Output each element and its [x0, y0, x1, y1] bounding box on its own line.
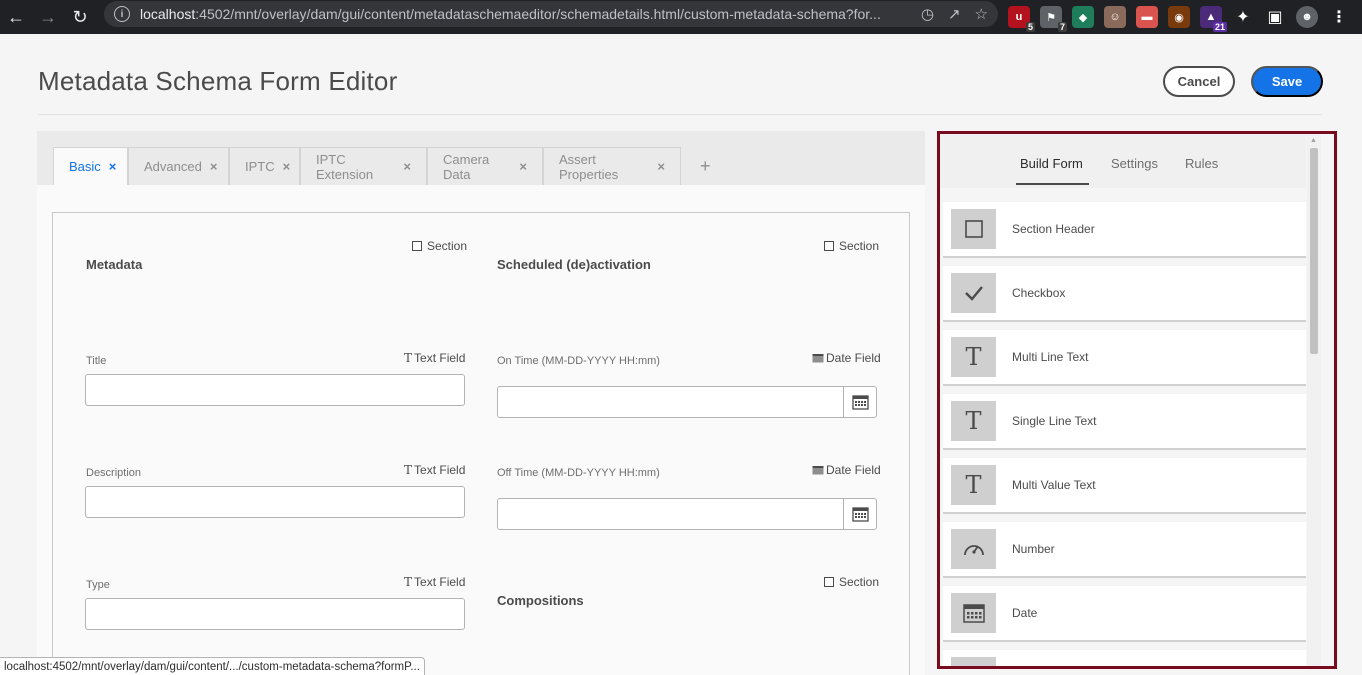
field-type-text: T Text Field: [404, 575, 466, 589]
status-url-bubble: localhost:4502/mnt/overlay/dam/gui/conte…: [0, 657, 425, 675]
more-menu-icon[interactable]: ⋮: [1328, 6, 1350, 28]
reload-icon[interactable]: ↻: [64, 0, 96, 34]
save-button[interactable]: Save: [1251, 66, 1323, 97]
text-field-icon: T: [404, 351, 413, 365]
tab-iptc-extension[interactable]: IPTC Extension ×: [300, 147, 427, 185]
component-date[interactable]: Date: [943, 586, 1306, 642]
build-form-panel: Build Form Settings Rules Section Header…: [937, 131, 1337, 669]
field-type-date: Date Field: [812, 351, 881, 365]
field-type-text: T Text Field: [404, 463, 466, 477]
extension-hat-icon[interactable]: ▲ 21: [1200, 6, 1227, 32]
tab-iptc[interactable]: IPTC ×: [229, 147, 300, 185]
active-tab-indicator: [1016, 183, 1089, 185]
gauge-icon: [951, 529, 996, 569]
close-tab-icon[interactable]: ×: [519, 159, 527, 174]
component-section-header[interactable]: Section Header: [943, 202, 1306, 258]
url-path: :4502/mnt/overlay/dam/gui/content/metada…: [195, 6, 881, 22]
text-icon: T: [951, 337, 996, 377]
header-divider: [38, 114, 1322, 115]
date-field-icon: [812, 466, 824, 475]
extensions-puzzle-icon[interactable]: ✦: [1232, 6, 1254, 28]
close-tab-icon[interactable]: ×: [657, 159, 665, 174]
profile-avatar[interactable]: ☻: [1296, 6, 1318, 28]
close-tab-icon[interactable]: ×: [210, 159, 218, 174]
component-icon: [951, 657, 996, 666]
date-field-icon: [812, 354, 824, 363]
tab-advanced[interactable]: Advanced ×: [128, 147, 229, 185]
tab-rules[interactable]: Rules: [1185, 156, 1218, 171]
extension-eraser-icon[interactable]: ▬: [1136, 6, 1158, 28]
field-label-type: Type: [86, 579, 110, 591]
tab-settings[interactable]: Settings: [1111, 156, 1158, 171]
tab-basic[interactable]: Basic ×: [53, 147, 128, 185]
text-icon: T: [951, 465, 996, 505]
back-icon[interactable]: ←: [0, 0, 32, 34]
component-multi-line-text[interactable]: T Multi Line Text: [943, 330, 1306, 386]
forward-icon[interactable]: →: [32, 0, 64, 34]
off-time-input[interactable]: [497, 498, 877, 530]
field-label-on-time: On Time (MM-DD-YYYY HH:mm): [497, 355, 660, 367]
type-input[interactable]: [85, 598, 465, 630]
component-number[interactable]: Number: [943, 522, 1306, 578]
section-tag[interactable]: Section: [824, 239, 879, 253]
extension-owl-icon[interactable]: ◉: [1168, 6, 1190, 28]
component-checkbox[interactable]: Checkbox: [943, 266, 1306, 322]
bookmark-star-icon[interactable]: ☆: [975, 5, 988, 23]
section-checkbox-icon: [824, 241, 834, 251]
scroll-up-icon[interactable]: ▲: [1310, 137, 1317, 144]
close-tab-icon[interactable]: ×: [109, 159, 117, 174]
checkmark-icon: [951, 273, 996, 313]
calendar-button[interactable]: [843, 387, 876, 417]
page-title: Metadata Schema Form Editor: [38, 66, 398, 96]
field-label-description: Description: [86, 467, 142, 479]
address-bar[interactable]: i localhost :4502/mnt/overlay/dam/gui/co…: [104, 1, 998, 27]
extension-tag-icon[interactable]: ⚑ 7: [1040, 6, 1067, 32]
section-checkbox-icon: [824, 577, 834, 587]
calendar-icon: [951, 593, 996, 633]
section-title-metadata[interactable]: Metadata: [86, 257, 142, 272]
panel-scrollbar-thumb[interactable]: [1310, 148, 1318, 354]
side-panel-icon[interactable]: ▣: [1264, 6, 1286, 28]
component-partial[interactable]: [943, 650, 1306, 666]
close-tab-icon[interactable]: ×: [283, 159, 291, 174]
panel-tabs: Build Form Settings Rules: [940, 134, 1306, 188]
calendar-icon: [851, 507, 869, 522]
close-tab-icon[interactable]: ×: [403, 159, 411, 174]
component-single-line-text[interactable]: T Single Line Text: [943, 394, 1306, 450]
field-type-text: T Text Field: [404, 351, 466, 365]
field-label-off-time: Off Time (MM-DD-YYYY HH:mm): [497, 467, 660, 479]
tab-build-form[interactable]: Build Form: [1020, 156, 1083, 171]
component-multi-value-text[interactable]: T Multi Value Text: [943, 458, 1306, 514]
tab-assert-properties[interactable]: Assert Properties ×: [543, 147, 681, 185]
section-title-scheduled[interactable]: Scheduled (de)activation: [497, 257, 651, 272]
description-input[interactable]: [85, 486, 465, 518]
extension-face-icon[interactable]: ☺: [1104, 6, 1126, 28]
add-tab-button[interactable]: +: [700, 156, 711, 177]
calendar-button[interactable]: [843, 499, 876, 529]
performance-icon[interactable]: ◷: [921, 5, 934, 23]
url-host: localhost: [140, 6, 196, 22]
share-icon[interactable]: ↗: [948, 5, 961, 23]
text-field-icon: T: [404, 463, 413, 477]
field-label-title: Title: [86, 355, 107, 367]
text-field-icon: T: [404, 575, 413, 589]
cancel-button[interactable]: Cancel: [1163, 66, 1235, 97]
title-input[interactable]: [85, 374, 465, 406]
tab-camera-data[interactable]: Camera Data ×: [427, 147, 543, 185]
calendar-icon: [851, 395, 869, 410]
field-type-date: Date Field: [812, 463, 881, 477]
section-checkbox-icon: [412, 241, 422, 251]
section-tag[interactable]: Section: [412, 239, 467, 253]
square-icon: [951, 209, 996, 249]
section-tag[interactable]: Section: [824, 575, 879, 589]
extension-ublock-icon[interactable]: u5: [1008, 6, 1035, 32]
info-icon[interactable]: i: [114, 6, 130, 22]
text-icon: T: [951, 401, 996, 441]
on-time-input[interactable]: [497, 386, 877, 418]
section-title-compositions[interactable]: Compositions: [497, 593, 584, 608]
extension-diamond-icon[interactable]: ◆: [1072, 6, 1094, 28]
